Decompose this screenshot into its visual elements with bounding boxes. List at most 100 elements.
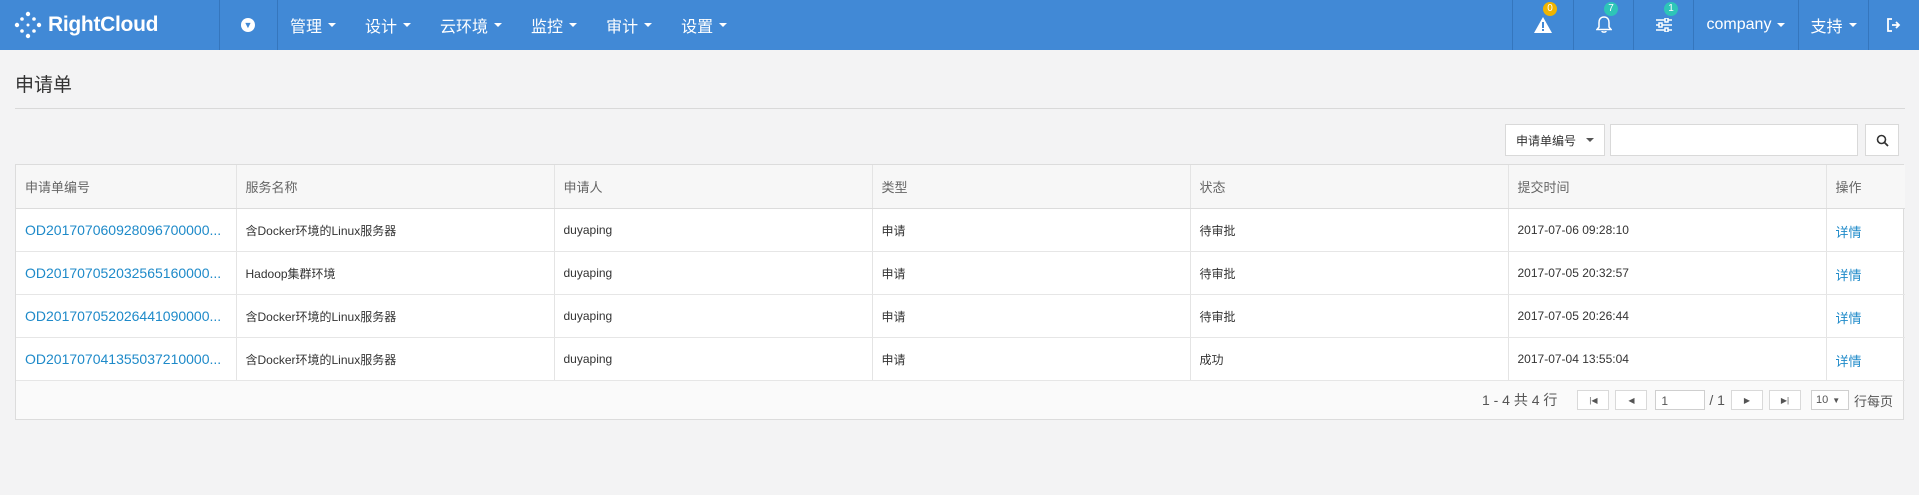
notifications-button[interactable]: 7 (1573, 0, 1633, 50)
request-id-link[interactable]: OD201707060928096700000... (16, 208, 237, 252)
caret-down-icon: ▼ (1832, 395, 1841, 405)
search-field-label: 申请单编号 (1516, 133, 1577, 148)
column-header[interactable]: 类型 (872, 165, 1191, 209)
warning-icon (1534, 17, 1552, 33)
tenant-label: company (1706, 16, 1772, 33)
status-cell: 成功 (1190, 337, 1509, 381)
column-header[interactable]: 服务名称 (236, 165, 555, 209)
caret-down-icon (1848, 23, 1857, 27)
applicant-cell: duyaping (554, 294, 873, 338)
caret-down-icon (1777, 23, 1786, 27)
request-id-link[interactable]: OD201707052026441090000... (16, 294, 237, 338)
caret-down-icon (328, 23, 337, 27)
menu-label: 云环境 (440, 19, 489, 36)
sliders-icon (1655, 18, 1672, 32)
column-header[interactable]: 状态 (1190, 165, 1509, 209)
chevron-down-circle-icon: ▼ (241, 18, 255, 32)
alerts-button[interactable]: 0 (1512, 0, 1573, 50)
page-size-suffix: 行每页 (1853, 393, 1893, 409)
requests-table: 申请单编号 服务名称 申请人 类型 状态 提交时间 操作 OD201707060… (15, 164, 1905, 420)
page-title: 申请单 (15, 75, 73, 96)
applicant-cell: duyaping (554, 337, 873, 381)
support-label: 支持 (1810, 19, 1843, 36)
menu-audit[interactable]: 审计 (594, 0, 664, 50)
column-header[interactable]: 申请人 (554, 165, 873, 209)
service-name-cell: 含Docker环境的Linux服务器 (236, 208, 555, 252)
next-page-button[interactable]: ▶ (1730, 390, 1763, 410)
preferences-button[interactable]: 1 (1633, 0, 1693, 50)
applicant-cell: duyaping (554, 208, 873, 252)
type-cell: 申请 (872, 208, 1191, 252)
status-cell: 待审批 (1190, 251, 1509, 295)
menu-label: 设置 (681, 19, 714, 36)
search-button[interactable] (1865, 124, 1899, 156)
support-dropdown[interactable]: 支持 (1798, 0, 1868, 50)
logout-button[interactable] (1868, 0, 1919, 50)
search-input[interactable] (1610, 124, 1858, 156)
rightcloud-logo-icon (14, 11, 42, 39)
caret-down-icon (1586, 138, 1595, 142)
page-number-input[interactable]: 1 (1655, 390, 1706, 410)
top-navbar: RightCloud ▼ 管理 设计 云环境 监控 审计 设置 0 7 1 co… (0, 0, 1919, 50)
details-link[interactable]: 详情 (1826, 337, 1905, 381)
page-size-value: 10 (1815, 394, 1829, 406)
service-name-cell: 含Docker环境的Linux服务器 (236, 294, 555, 338)
menu-design[interactable]: 设计 (353, 0, 423, 50)
first-page-icon: |◀ (1589, 395, 1598, 405)
details-link[interactable]: 详情 (1826, 208, 1905, 252)
table-row: OD201707052026441090000... 含Docker环境的Lin… (16, 294, 1905, 338)
type-cell: 申请 (872, 294, 1191, 338)
page-size-select[interactable]: 10 ▼ (1810, 390, 1849, 410)
menu-label: 审计 (606, 19, 639, 36)
prev-page-button[interactable]: ◀ (1615, 390, 1648, 410)
menu-label: 设计 (365, 19, 398, 36)
notifications-badge: 7 (1604, 2, 1618, 16)
sidebar-toggle-button[interactable]: ▼ (220, 0, 276, 50)
caret-down-icon (403, 23, 412, 27)
search-icon (1876, 134, 1889, 147)
request-id-link[interactable]: OD201707041355037210000... (16, 337, 237, 381)
menu-manage[interactable]: 管理 (278, 0, 348, 50)
table-row: OD201707052032565160000... Hadoop集群环境 du… (16, 251, 1905, 295)
navbar-right: 0 7 1 company 支持 (1512, 0, 1919, 50)
tenant-dropdown[interactable]: company (1693, 0, 1798, 50)
menu-settings[interactable]: 设置 (669, 0, 739, 50)
table-header-row: 申请单编号 服务名称 申请人 类型 状态 提交时间 操作 (16, 165, 1905, 209)
submitted-time-cell: 2017-07-04 13:55:04 (1508, 337, 1827, 381)
column-header[interactable]: 提交时间 (1508, 165, 1827, 209)
search-field-select[interactable]: 申请单编号 (1505, 124, 1605, 156)
menu-label: 监控 (531, 19, 564, 36)
logout-icon (1887, 18, 1901, 32)
column-header: 操作 (1826, 165, 1905, 209)
service-name-cell: 含Docker环境的Linux服务器 (236, 337, 555, 381)
title-divider (15, 108, 1905, 109)
column-header[interactable]: 申请单编号 (16, 165, 237, 209)
submitted-time-cell: 2017-07-05 20:32:57 (1508, 251, 1827, 295)
logo[interactable]: RightCloud (14, 0, 158, 50)
submitted-time-cell: 2017-07-05 20:26:44 (1508, 294, 1827, 338)
request-id-link[interactable]: OD201707052032565160000... (16, 251, 237, 295)
logo-text: RightCloud (48, 13, 159, 36)
menu-monitor[interactable]: 监控 (519, 0, 589, 50)
table-row: OD201707060928096700000... 含Docker环境的Lin… (16, 208, 1905, 252)
next-page-icon: ▶ (1743, 395, 1751, 405)
last-page-button[interactable]: ▶| (1768, 390, 1801, 410)
table-row: OD201707041355037210000... 含Docker环境的Lin… (16, 337, 1905, 381)
alerts-badge: 0 (1543, 2, 1557, 16)
caret-down-icon (494, 23, 503, 27)
caret-down-icon (644, 23, 653, 27)
total-pages: / 1 (1709, 392, 1725, 408)
menu-cloud-env[interactable]: 云环境 (428, 0, 514, 50)
caret-down-icon (719, 23, 728, 27)
applicant-cell: duyaping (554, 251, 873, 295)
prev-page-icon: ◀ (1628, 395, 1635, 405)
last-page-icon: ▶| (1780, 395, 1790, 405)
first-page-button[interactable]: |◀ (1577, 390, 1610, 410)
details-link[interactable]: 详情 (1826, 251, 1905, 295)
caret-down-icon (569, 23, 578, 27)
preferences-badge: 1 (1664, 2, 1678, 16)
details-link[interactable]: 详情 (1826, 294, 1905, 338)
pagination-bar: 1 - 4 共 4 行 |◀ ◀ 1 / 1 ▶ ▶| 10 ▼ 行每页 (16, 381, 1903, 419)
status-cell: 待审批 (1190, 294, 1509, 338)
pagination-summary: 1 - 4 共 4 行 (1481, 392, 1558, 408)
